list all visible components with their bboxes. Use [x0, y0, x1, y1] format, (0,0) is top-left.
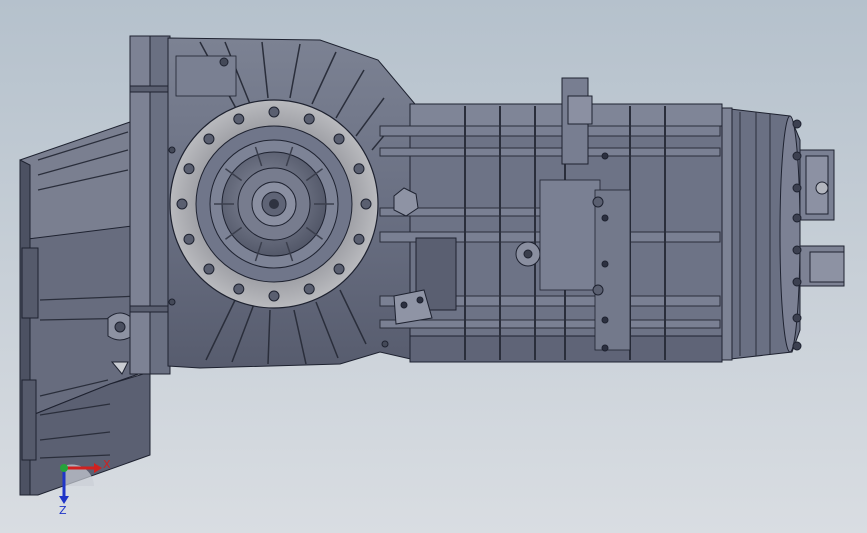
cover-bolt: [792, 313, 802, 323]
cover-bolt: [792, 151, 802, 161]
flange-bolt: [353, 163, 365, 175]
flange-bolt: [203, 133, 215, 145]
shift-housing: [379, 77, 723, 363]
flange-bolt: [333, 133, 345, 145]
cover-bolt: [792, 245, 802, 255]
graphics-viewport[interactable]: X Z: [0, 0, 867, 533]
flange-bolt: [183, 163, 195, 175]
flange-bolt: [353, 233, 365, 245]
flange-bolt: [360, 198, 372, 210]
cover-bolt: [792, 183, 802, 193]
flange-bolt: [203, 263, 215, 275]
adapter-plate: [129, 35, 171, 375]
z-axis-label: Z: [59, 504, 67, 517]
cad-scene: X Z: [0, 0, 867, 533]
cover-bolt: [792, 341, 802, 351]
flange-bolt: [176, 198, 188, 210]
x-axis-label: X: [103, 458, 111, 471]
cover-bolt: [792, 213, 802, 223]
flange-bolt: [268, 290, 280, 302]
cover-bolt: [792, 277, 802, 287]
flange-bolt: [268, 106, 280, 118]
flange-bolt: [303, 113, 315, 125]
y-axis-dot: [60, 464, 68, 472]
cover-bolt: [792, 119, 802, 129]
flange-bolt: [233, 113, 245, 125]
output-flange: [169, 99, 379, 309]
flange-bolt: [183, 233, 195, 245]
flange-bolt: [303, 283, 315, 295]
flange-bolt: [233, 283, 245, 295]
flange-bolt: [333, 263, 345, 275]
